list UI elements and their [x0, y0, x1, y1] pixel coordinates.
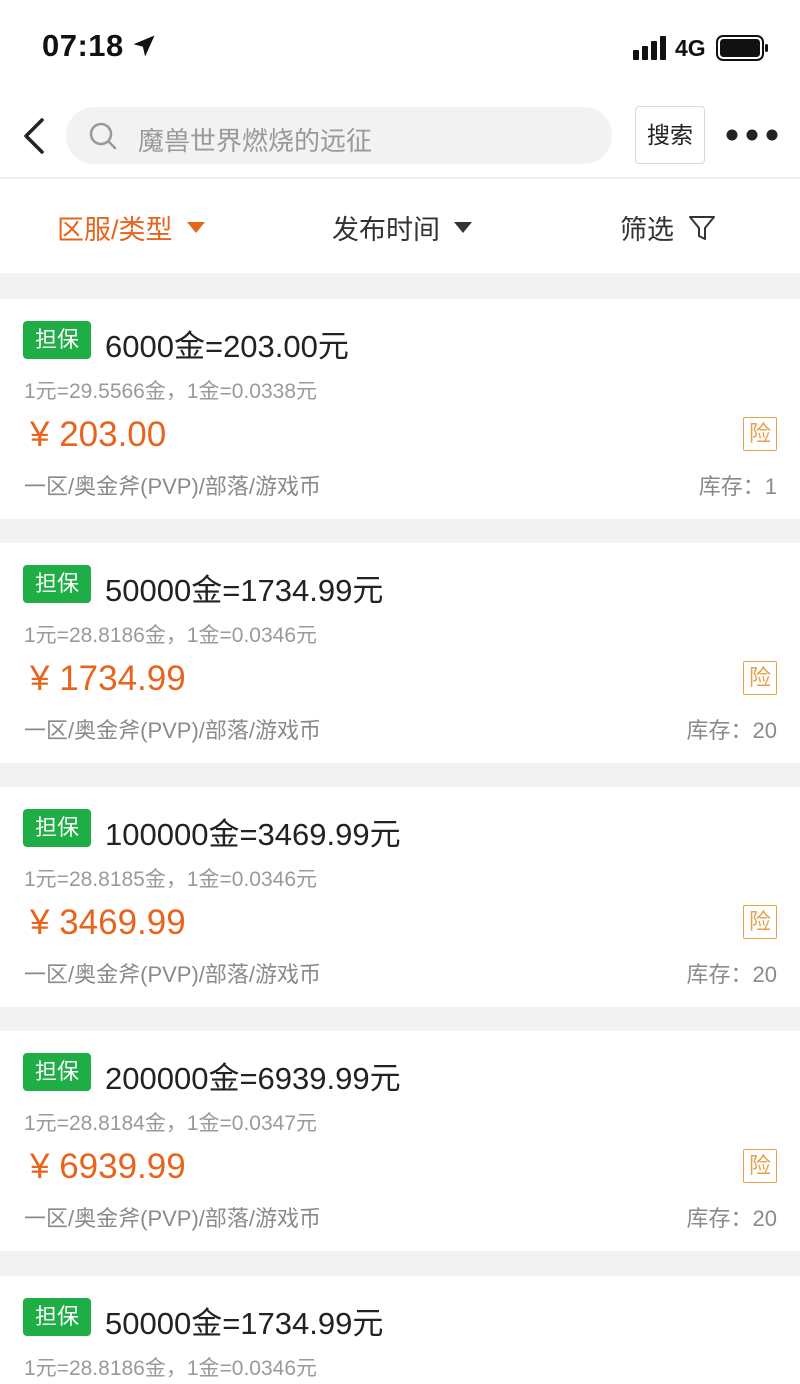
exchange-rate: 1元=28.8184金，1金=0.0347元: [24, 1112, 318, 1135]
caret-down-icon: [186, 221, 205, 233]
cellular-signal-icon: [633, 36, 666, 60]
battery-icon: [716, 35, 768, 61]
filter-region-type[interactable]: 区服/类型: [57, 208, 205, 247]
filter-time-label: 发布时间: [332, 215, 440, 245]
insurance-badge: 险: [743, 1149, 777, 1183]
stock-count: 库存：1: [698, 474, 777, 499]
stock-count: 库存：20: [686, 962, 777, 987]
exchange-rate: 1元=28.8185金，1金=0.0346元: [24, 868, 318, 891]
back-icon[interactable]: [18, 114, 50, 158]
listing-tags: 一区/奥金斧(PVP)/部落/游戏币: [24, 1206, 322, 1231]
filter-region-label: 区服/类型: [57, 215, 173, 245]
guarantee-badge: 担保: [23, 565, 91, 603]
listing-price: ¥ 3469.99: [30, 903, 186, 942]
listing-tags: 一区/奥金斧(PVP)/部落/游戏币: [24, 474, 322, 499]
exchange-rate: 1元=29.5566金，1金=0.0338元: [24, 380, 318, 403]
listing-card[interactable]: 担保 50000金=1734.99元 1元=28.8186金，1金=0.0346…: [0, 543, 800, 763]
insurance-badge: 险: [743, 661, 777, 695]
caret-down-icon: [454, 221, 472, 233]
exchange-rate: 1元=28.8186金，1金=0.0346元: [24, 624, 318, 647]
exchange-rate: 1元=28.8186金，1金=0.0346元: [24, 1357, 318, 1380]
insurance-badge: 险: [743, 905, 777, 939]
listing-price: ¥ 1734.99: [30, 659, 186, 698]
listing-price: ¥ 6939.99: [30, 1147, 186, 1186]
listing-tags: 一区/奥金斧(PVP)/部落/游戏币: [24, 718, 322, 743]
listing-tags: 一区/奥金斧(PVP)/部落/游戏币: [24, 962, 322, 987]
filter-bar: 区服/类型 发布时间 筛选: [0, 179, 800, 273]
insurance-badge: 险: [743, 417, 777, 451]
guarantee-badge: 担保: [23, 809, 91, 847]
listing-title: 200000金=6939.99元: [105, 1061, 401, 1096]
listing-card[interactable]: 担保 200000金=6939.99元 1元=28.8184金，1金=0.034…: [0, 1031, 800, 1251]
listing-title: 6000金=203.00元: [105, 329, 349, 364]
listing-price: ¥ 203.00: [30, 415, 167, 454]
search-placeholder: 魔兽世界燃烧的远征: [138, 126, 373, 156]
network-type: 4G: [675, 35, 706, 61]
listing-card[interactable]: 担保 50000金=1734.99元 1元=28.8186金，1金=0.0346…: [0, 1276, 800, 1384]
status-time: 07:18: [42, 28, 124, 63]
listing-title: 100000金=3469.99元: [105, 817, 401, 852]
guarantee-badge: 担保: [23, 321, 91, 359]
filter-publish-time[interactable]: 发布时间: [332, 208, 472, 247]
filter-screen-label: 筛选: [620, 215, 674, 245]
listing-card[interactable]: 担保 6000金=203.00元 1元=29.5566金，1金=0.0338元 …: [0, 299, 800, 519]
listing-title: 50000金=1734.99元: [105, 573, 384, 608]
status-bar: 07:18 4G: [0, 0, 800, 96]
more-icon[interactable]: [726, 125, 778, 145]
stock-count: 库存：20: [686, 718, 777, 743]
funnel-icon: [689, 215, 715, 240]
location-arrow-icon: [133, 35, 155, 57]
guarantee-badge: 担保: [23, 1298, 91, 1336]
search-icon: [89, 122, 117, 150]
stock-count: 库存：20: [686, 1206, 777, 1231]
search-button[interactable]: 搜索: [635, 106, 705, 164]
listing-card[interactable]: 担保 100000金=3469.99元 1元=28.8185金，1金=0.034…: [0, 787, 800, 1007]
listing-title: 50000金=1734.99元: [105, 1306, 384, 1341]
nav-bar: 魔兽世界燃烧的远征 搜索: [0, 96, 800, 178]
guarantee-badge: 担保: [23, 1053, 91, 1091]
filter-screen[interactable]: 筛选: [620, 208, 716, 247]
search-input[interactable]: 魔兽世界燃烧的远征: [66, 107, 612, 164]
